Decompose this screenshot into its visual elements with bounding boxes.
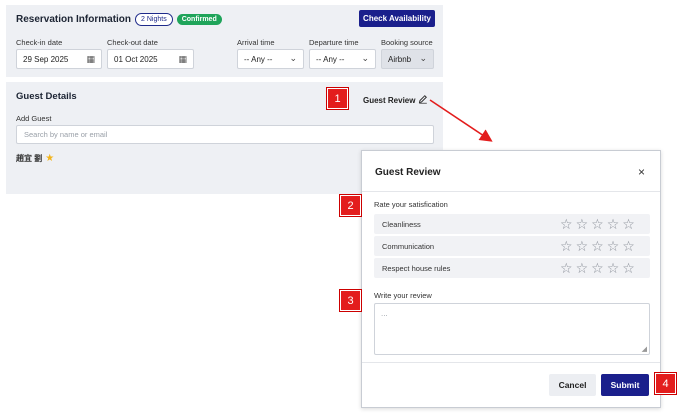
rating-label: Communication: [382, 241, 435, 251]
star-icon[interactable]: ☆: [576, 260, 589, 276]
star-icon[interactable]: ☆: [622, 238, 635, 254]
star-icon[interactable]: ☆: [560, 216, 573, 232]
callout-marker-1: 1: [327, 88, 348, 109]
star-icon[interactable]: ☆: [591, 238, 604, 254]
star-icon[interactable]: ☆: [576, 238, 589, 254]
close-icon[interactable]: ×: [638, 165, 645, 179]
guest-review-modal: Guest Review × Rate your satisfication C…: [361, 150, 661, 408]
callout-marker-3: 3: [340, 290, 361, 311]
rating-label: Cleanliness: [382, 219, 421, 229]
modal-footer-divider: [362, 362, 660, 363]
star-icon[interactable]: ☆: [576, 216, 589, 232]
review-label: Write your review: [374, 291, 432, 300]
callout-marker-2: 2: [340, 195, 361, 216]
star-icon[interactable]: ☆: [560, 238, 573, 254]
rating-row-respect-house-rules: Respect house rules ☆ ☆ ☆ ☆ ☆: [374, 258, 650, 278]
rating-label: Respect house rules: [382, 263, 451, 273]
modal-divider: [362, 191, 660, 192]
cancel-button[interactable]: Cancel: [549, 374, 596, 396]
resize-handle-icon[interactable]: ◢: [642, 345, 647, 353]
star-icon[interactable]: ☆: [591, 216, 604, 232]
star-icon[interactable]: ☆: [607, 260, 620, 276]
rating-row-cleanliness: Cleanliness ☆ ☆ ☆ ☆ ☆: [374, 214, 650, 234]
star-icon[interactable]: ☆: [591, 260, 604, 276]
star-icon[interactable]: ☆: [622, 216, 635, 232]
star-icon[interactable]: ☆: [622, 260, 635, 276]
rating-row-communication: Communication ☆ ☆ ☆ ☆ ☆: [374, 236, 650, 256]
star-icon[interactable]: ☆: [607, 238, 620, 254]
star-icon[interactable]: ☆: [560, 260, 573, 276]
submit-button[interactable]: Submit: [601, 374, 649, 396]
modal-title: Guest Review: [375, 167, 441, 178]
review-textarea[interactable]: ... ◢: [374, 303, 650, 355]
review-placeholder: ...: [381, 309, 388, 318]
star-icon[interactable]: ☆: [607, 216, 620, 232]
star-rating: ☆ ☆ ☆ ☆ ☆: [560, 238, 635, 254]
star-rating: ☆ ☆ ☆ ☆ ☆: [560, 260, 635, 276]
callout-marker-4: 4: [655, 373, 676, 394]
star-rating: ☆ ☆ ☆ ☆ ☆: [560, 216, 635, 232]
satisfaction-label: Rate your satisfication: [374, 200, 448, 209]
